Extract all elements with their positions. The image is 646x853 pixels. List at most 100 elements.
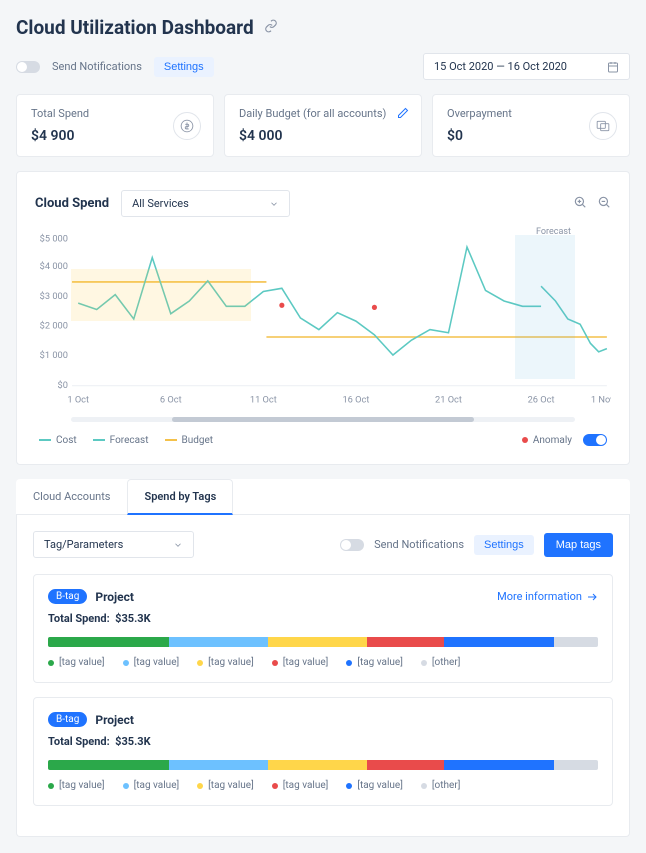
tag-legend-item: [tag value] <box>123 657 180 668</box>
svg-text:$0: $0 <box>58 380 68 391</box>
date-range-picker[interactable]: 15 Oct 2020 — 16 Oct 2020 <box>423 53 630 80</box>
zoom-in-icon[interactable] <box>573 195 587 212</box>
bar-segment <box>169 760 268 770</box>
bar-segment <box>554 637 598 647</box>
page-title: Cloud Utilization Dashboard <box>16 16 254 39</box>
tags-send-notifications-label: Send Notifications <box>374 538 464 551</box>
calendar-icon <box>607 61 619 73</box>
tag-name: Project <box>95 713 134 727</box>
link-icon[interactable] <box>264 19 278 36</box>
tag-legend-item: [tag value] <box>48 657 105 668</box>
tab-spend-by-tags[interactable]: Spend by Tags <box>127 479 233 515</box>
tag-legend-item: [other] <box>421 780 460 791</box>
tag-legend-item: [tag value] <box>123 780 180 791</box>
send-notifications-toggle[interactable] <box>16 61 40 73</box>
date-range-label: 15 Oct 2020 — 16 Oct 2020 <box>434 60 567 73</box>
overpayment-value: $0 <box>447 128 463 144</box>
tag-legend-item: [tag value] <box>272 780 329 791</box>
svg-text:$4 000: $4 000 <box>40 261 68 272</box>
chevron-down-icon <box>173 540 183 550</box>
bar-segment <box>169 637 268 647</box>
dollar-icon <box>173 112 201 140</box>
tag-legend-item: [tag value] <box>346 780 403 791</box>
forecast-band <box>515 235 575 379</box>
budget-band <box>71 269 251 321</box>
tag-pill: B-tag <box>48 589 87 604</box>
legend-forecast: Forecast <box>110 435 149 446</box>
svg-text:1 Nov: 1 Nov <box>591 395 611 406</box>
tag-total-spend: Total Spend: $35.3K <box>48 735 598 748</box>
legend-budget: Budget <box>182 435 214 446</box>
tag-legend-item: [tag value] <box>346 657 403 668</box>
bar-segment <box>48 760 169 770</box>
tag-select-label: Tag/Parameters <box>44 538 123 551</box>
settings-button[interactable]: Settings <box>154 57 214 77</box>
svg-text:$5 000: $5 000 <box>40 234 68 245</box>
bar-segment <box>367 637 444 647</box>
svg-text:1 Oct: 1 Oct <box>67 395 89 406</box>
legend-anomaly: Anomaly <box>533 435 572 446</box>
chart-legend: Cost Forecast Budget Anomaly <box>35 434 611 446</box>
tag-card: B-tag Project Total Spend: $35.3K [tag v… <box>33 697 613 806</box>
x-axis: 1 Oct 6 Oct 11 Oct 16 Oct 21 Oct 26 Oct … <box>67 395 611 406</box>
tag-card: B-tag Project More information Total Spe… <box>33 574 613 683</box>
map-tags-button[interactable]: Map tags <box>544 533 613 557</box>
svg-text:$2 000: $2 000 <box>40 320 68 331</box>
tag-legend-item: [tag value] <box>197 780 254 791</box>
tag-name: Project <box>95 590 134 604</box>
tag-legend-item: [other] <box>421 657 460 668</box>
tag-pill: B-tag <box>48 712 87 727</box>
overpayment-card: Overpayment $0 <box>432 94 630 157</box>
tag-spend-bar <box>48 760 598 770</box>
tags-panel: Tag/Parameters Send Notifications Settin… <box>16 515 630 837</box>
total-spend-card: Total Spend $4 900 <box>16 94 214 157</box>
svg-text:$1 000: $1 000 <box>40 350 68 361</box>
tag-legend-item: [tag value] <box>272 657 329 668</box>
bar-segment <box>367 760 444 770</box>
tag-parameter-select[interactable]: Tag/Parameters <box>33 531 194 558</box>
spend-chart: Forecast $0 $1 000 $2 000 $3 000 $4 000 … <box>35 229 611 409</box>
chevron-down-icon <box>269 199 279 209</box>
tag-spend-bar <box>48 637 598 647</box>
chart-scrollbar[interactable] <box>71 417 575 422</box>
svg-text:16 Oct: 16 Oct <box>342 395 369 406</box>
page-header: Cloud Utilization Dashboard <box>16 16 630 39</box>
chart-scrollbar-thumb[interactable] <box>172 417 474 422</box>
send-notifications-label: Send Notifications <box>52 60 142 73</box>
zoom-out-icon[interactable] <box>597 195 611 212</box>
bar-segment <box>444 760 554 770</box>
y-axis: $0 $1 000 $2 000 $3 000 $4 000 $5 000 <box>40 234 68 391</box>
anomaly-toggle[interactable] <box>583 434 607 446</box>
daily-budget-card: Daily Budget (for all accounts) $4 000 <box>224 94 422 157</box>
top-controls: Send Notifications Settings 15 Oct 2020 … <box>16 53 630 80</box>
tags-send-notifications-toggle[interactable] <box>340 539 364 551</box>
overpayment-icon <box>589 112 617 140</box>
more-information-link[interactable]: More information <box>497 590 598 603</box>
services-select[interactable]: All Services <box>121 190 290 217</box>
cloud-spend-panel: Cloud Spend All Services Forecast $0 $1 … <box>16 171 630 465</box>
tag-legend-item: [tag value] <box>197 657 254 668</box>
daily-budget-value: $4 000 <box>239 128 282 144</box>
bar-segment <box>48 637 169 647</box>
summary-cards: Total Spend $4 900 Daily Budget (for all… <box>16 94 630 157</box>
tags-settings-button[interactable]: Settings <box>474 535 534 555</box>
legend-cost: Cost <box>56 435 77 446</box>
svg-text:26 Oct: 26 Oct <box>528 395 555 406</box>
tab-cloud-accounts[interactable]: Cloud Accounts <box>16 479 127 514</box>
cloud-spend-title: Cloud Spend <box>35 196 109 211</box>
tag-legend: [tag value] [tag value] [tag value] [tag va… <box>48 780 598 791</box>
svg-text:21 Oct: 21 Oct <box>435 395 462 406</box>
daily-budget-label: Daily Budget (for all accounts) <box>239 107 407 120</box>
svg-text:6 Oct: 6 Oct <box>160 395 182 406</box>
total-spend-value: $4 900 <box>31 128 74 144</box>
services-select-label: All Services <box>132 197 189 210</box>
edit-icon[interactable] <box>397 107 409 122</box>
bar-segment <box>268 637 367 647</box>
tag-total-spend: Total Spend: $35.3K <box>48 612 598 625</box>
svg-text:$3 000: $3 000 <box>40 291 68 302</box>
bar-segment <box>554 760 598 770</box>
svg-text:11 Oct: 11 Oct <box>250 395 277 406</box>
tabs: Cloud Accounts Spend by Tags <box>16 479 630 515</box>
tag-legend: [tag value] [tag value] [tag value] [tag va… <box>48 657 598 668</box>
bar-segment <box>268 760 367 770</box>
